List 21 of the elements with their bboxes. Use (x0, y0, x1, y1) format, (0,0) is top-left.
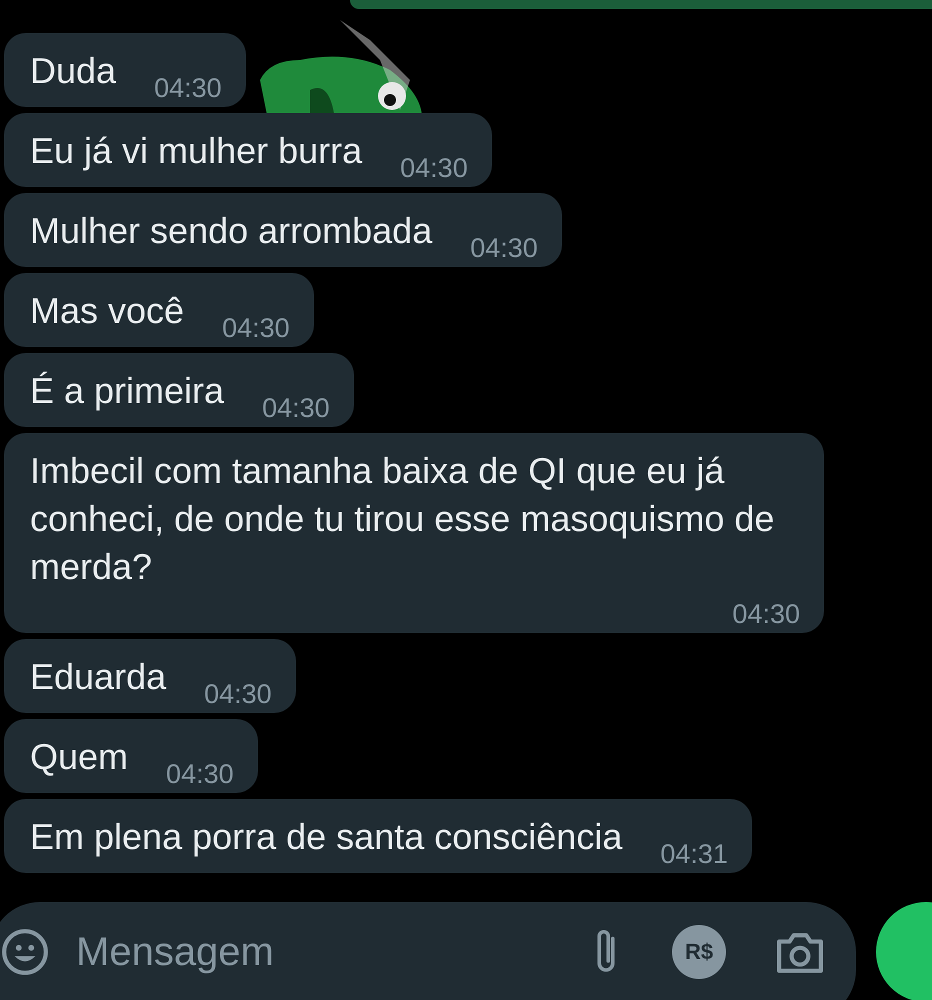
message-text: Em plena porra de santa consciência (30, 815, 622, 859)
message-time: 04:30 (731, 599, 800, 629)
message-time: 04:30 (399, 153, 468, 183)
message-time: 04:30 (221, 313, 290, 343)
message-time: 04:30 (469, 233, 538, 263)
message-text: Imbecil com tamanha baixa de QI que eu já conheci, de onde tu tirou esse masoquismo de merda? (30, 449, 776, 589)
message-time: 04:30 (261, 393, 330, 423)
message-text: É a primeira (30, 369, 224, 413)
message-text: Mas você (30, 289, 184, 333)
message-text: Duda (30, 49, 116, 93)
message-text: Quem (30, 735, 128, 779)
message-time: 04:30 (165, 759, 234, 789)
message-text: Eu já vi mulher burra (30, 129, 362, 173)
message-field[interactable]: Mensagem R$ (0, 902, 856, 1000)
message-time: 04:31 (659, 839, 728, 869)
message-text: Eduarda (30, 655, 166, 699)
message-time: 04:30 (153, 73, 222, 103)
message-text: Mulher sendo arrombada (30, 209, 432, 253)
message-time: 04:30 (203, 679, 272, 709)
payment-button[interactable]: R$ (672, 925, 726, 979)
emoji-icon[interactable] (0, 927, 50, 977)
